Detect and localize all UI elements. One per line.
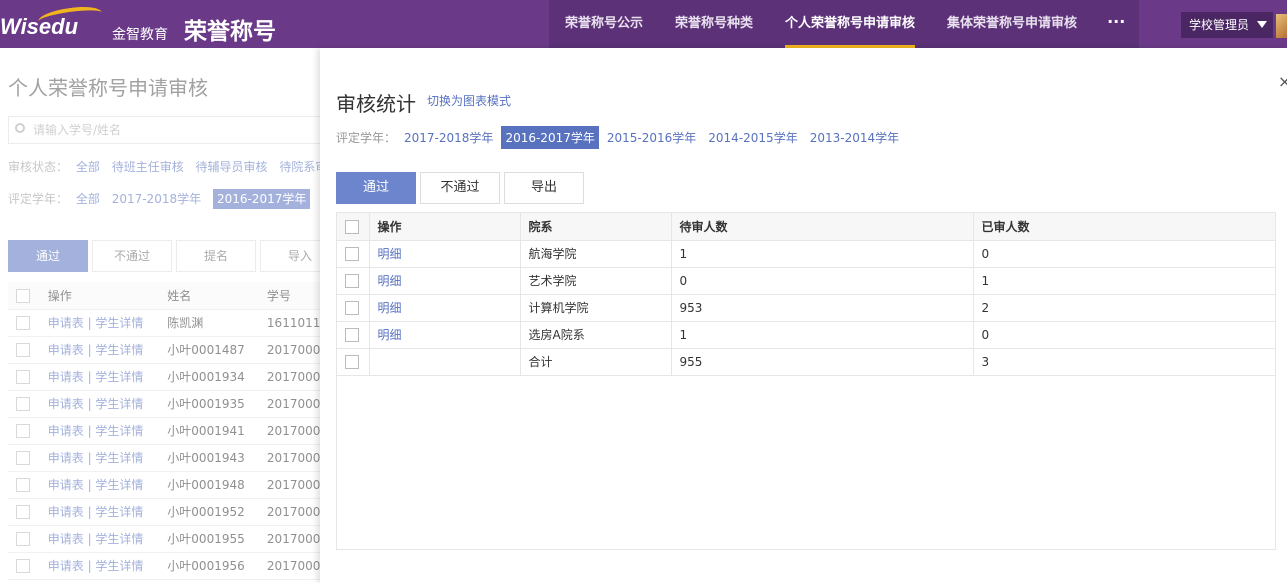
panel-toolbar: 通过 不通过 导出 — [336, 172, 588, 204]
reviewed-count-cell: 0 — [973, 321, 1275, 349]
row-checkbox[interactable] — [345, 300, 359, 315]
reviewed-count-cell: 3 — [973, 348, 1275, 376]
table-row: 明细 计算机学院 953 2 — [337, 294, 1275, 322]
table-row: 明细 选房A院系 1 0 — [337, 321, 1275, 349]
reviewed-count-cell: 0 — [973, 240, 1275, 268]
dept-cell: 合计 — [520, 348, 672, 376]
more-menu-icon[interactable]: ··· — [1093, 0, 1139, 48]
main-nav: 荣誉称号公示 荣誉称号种类 个人荣誉称号申请审核 集体荣誉称号申请审核 ··· — [549, 0, 1140, 48]
dept-cell: 艺术学院 — [520, 267, 672, 295]
dept-cell: 航海学院 — [520, 240, 672, 268]
panel-year-filter: 评定学年： 2017-2018学年 2016-2017学年 2015-2016学… — [336, 126, 907, 149]
row-checkbox[interactable] — [345, 327, 359, 342]
detail-link[interactable]: 明细 — [378, 328, 402, 342]
row-checkbox[interactable] — [345, 246, 359, 261]
stats-table-container: 操作 院系 待审人数 已审人数 明细 航海学院 1 0 明细 艺术学院 0 1 明细 计算机学院 9… — [336, 212, 1276, 550]
role-label: 学校管理员 — [1189, 18, 1250, 32]
nav-item-group-review[interactable]: 集体荣誉称号申请审核 — [931, 0, 1093, 48]
reject-button[interactable]: 不通过 — [420, 172, 500, 204]
select-all-checkbox[interactable] — [345, 219, 359, 234]
close-icon[interactable]: × — [1278, 72, 1287, 91]
column-header: 操作 — [369, 213, 521, 241]
dim-overlay[interactable] — [0, 48, 320, 583]
year-option[interactable]: 2014-2015学年 — [704, 126, 801, 149]
table-row: 明细 艺术学院 0 1 — [337, 267, 1275, 295]
nav-item-personal-review[interactable]: 个人荣誉称号申请审核 — [769, 0, 931, 48]
pass-button[interactable]: 通过 — [336, 172, 416, 204]
year-option[interactable]: 2013-2014学年 — [806, 126, 903, 149]
top-bar: Wisedu 金智教育 荣誉称号 荣誉称号公示 荣誉称号种类 个人荣誉称号申请审… — [0, 0, 1287, 48]
detail-link[interactable]: 明细 — [378, 274, 402, 288]
year-option[interactable]: 2017-2018学年 — [400, 126, 497, 149]
pending-count-cell: 953 — [671, 294, 974, 322]
pending-count-cell: 955 — [671, 348, 974, 376]
export-button[interactable]: 导出 — [504, 172, 584, 204]
column-header: 已审人数 — [973, 213, 1275, 241]
reviewed-count-cell: 1 — [973, 267, 1275, 295]
nav-item-public[interactable]: 荣誉称号公示 — [549, 0, 659, 48]
chevron-down-icon — [1257, 21, 1267, 28]
panel-year-label: 评定学年： — [336, 131, 397, 145]
avatar[interactable] — [1276, 14, 1287, 38]
year-option-selected[interactable]: 2016-2017学年 — [501, 126, 599, 149]
switch-chart-link[interactable]: 切换为图表模式 — [427, 92, 511, 109]
role-selector[interactable]: 学校管理员 — [1181, 12, 1273, 38]
year-option[interactable]: 2015-2016学年 — [603, 126, 700, 149]
panel-title: 审核统计 — [336, 92, 416, 116]
pending-count-cell: 1 — [671, 240, 974, 268]
review-stats-panel: × 审核统计 切换为图表模式 评定学年： 2017-2018学年 2016-20… — [320, 48, 1287, 583]
row-checkbox[interactable] — [345, 354, 359, 369]
column-header: 待审人数 — [671, 213, 974, 241]
dept-cell: 计算机学院 — [520, 294, 672, 322]
row-checkbox[interactable] — [345, 273, 359, 288]
dept-cell: 选房A院系 — [520, 321, 672, 349]
detail-link[interactable]: 明细 — [378, 247, 402, 261]
pending-count-cell: 0 — [671, 267, 974, 295]
column-header: 院系 — [520, 213, 672, 241]
table-header: 操作 院系 待审人数 已审人数 — [337, 213, 1275, 241]
logo-subtitle: 金智教育 — [112, 27, 168, 43]
table-row: 合计 955 3 — [337, 348, 1275, 376]
stats-table: 操作 院系 待审人数 已审人数 明细 航海学院 1 0 明细 艺术学院 0 1 明细 计算机学院 9… — [337, 213, 1275, 376]
nav-item-types[interactable]: 荣誉称号种类 — [659, 0, 769, 48]
pending-count-cell: 1 — [671, 321, 974, 349]
reviewed-count-cell: 2 — [973, 294, 1275, 322]
detail-link[interactable]: 明细 — [378, 301, 402, 315]
logo: Wisedu — [0, 14, 79, 39]
app-title: 荣誉称号 — [184, 19, 276, 45]
table-row: 明细 航海学院 1 0 — [337, 240, 1275, 268]
